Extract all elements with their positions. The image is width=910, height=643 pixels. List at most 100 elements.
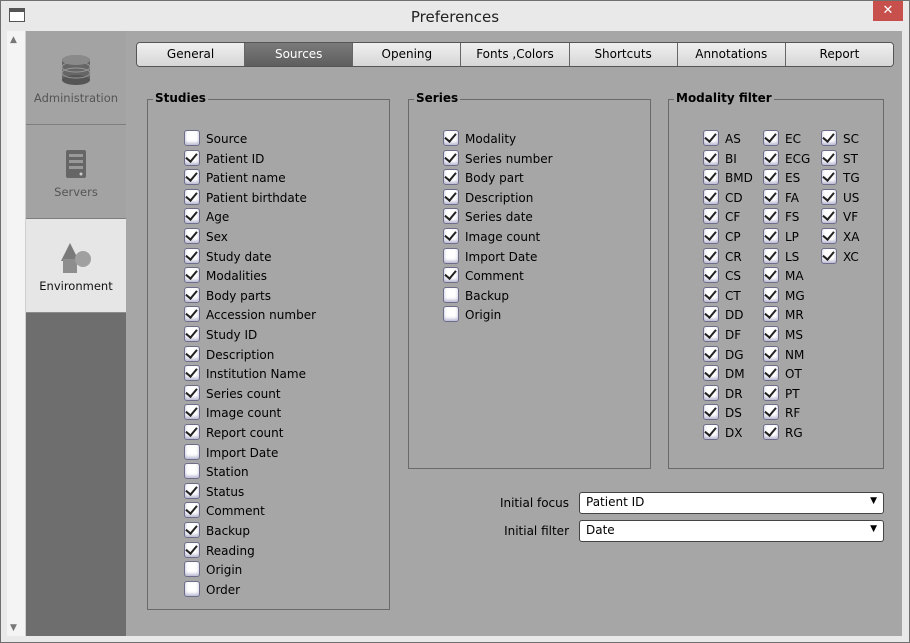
studies-checkbox[interactable]: Station <box>184 463 249 481</box>
checkbox-checked-icon[interactable] <box>703 326 719 342</box>
modality-checkbox[interactable]: CF <box>703 208 740 226</box>
modality-checkbox[interactable]: NM <box>763 345 804 364</box>
checkbox-checked-icon[interactable] <box>703 169 719 186</box>
studies-checkbox[interactable]: Study ID <box>184 326 257 344</box>
modality-checkbox[interactable]: ES <box>763 169 800 187</box>
checkbox-checked-icon[interactable] <box>703 130 719 146</box>
modality-checkbox[interactable]: ECG <box>763 149 810 168</box>
checkbox-checked-icon[interactable] <box>703 365 719 382</box>
studies-checkbox[interactable]: Order <box>184 580 240 599</box>
checkbox-checked-icon[interactable] <box>763 169 779 186</box>
modality-checkbox[interactable]: CR <box>703 247 742 266</box>
studies-checkbox[interactable]: Image count <box>184 404 281 422</box>
modality-checkbox[interactable]: RF <box>763 404 800 422</box>
modality-checkbox[interactable]: VF <box>821 208 858 226</box>
modality-checkbox[interactable]: PT <box>763 384 800 403</box>
modality-checkbox[interactable]: US <box>821 188 859 207</box>
tab-annotations[interactable]: Annotations <box>677 43 786 66</box>
studies-checkbox[interactable]: Sex <box>184 228 228 246</box>
series-checkbox[interactable]: Comment <box>443 267 524 285</box>
series-checkbox[interactable]: Import Date <box>443 247 537 266</box>
studies-checkbox[interactable]: Description <box>184 345 274 364</box>
checkbox-checked-icon[interactable] <box>703 208 719 225</box>
checkbox-checked-icon[interactable] <box>703 228 719 244</box>
studies-checkbox[interactable]: Source <box>184 130 247 148</box>
checkbox-checked-icon[interactable] <box>763 149 779 166</box>
checkbox-checked-icon[interactable] <box>184 188 200 205</box>
modality-checkbox[interactable]: LP <box>763 228 799 246</box>
studies-checkbox[interactable]: Import Date <box>184 443 278 462</box>
studies-checkbox[interactable]: Status <box>184 482 244 501</box>
checkbox-checked-icon[interactable] <box>763 130 779 146</box>
checkbox-checked-icon[interactable] <box>443 149 459 166</box>
checkbox-checked-icon[interactable] <box>763 326 779 342</box>
tab-general[interactable]: General <box>137 43 246 66</box>
studies-checkbox[interactable]: Series count <box>184 384 281 403</box>
checkbox-checked-icon[interactable] <box>703 424 719 440</box>
checkbox-checked-icon[interactable] <box>821 228 837 244</box>
sidebar-item-servers[interactable]: Servers <box>26 125 126 219</box>
checkbox-checked-icon[interactable] <box>703 345 719 362</box>
checkbox-checked-icon[interactable] <box>821 188 837 205</box>
checkbox-checked-icon[interactable] <box>184 267 200 284</box>
checkbox-checked-icon[interactable] <box>184 482 200 499</box>
checkbox-unchecked-icon[interactable] <box>443 247 459 264</box>
studies-checkbox[interactable]: Body parts <box>184 286 271 305</box>
checkbox-checked-icon[interactable] <box>703 247 719 264</box>
series-checkbox[interactable]: Backup <box>443 286 509 305</box>
checkbox-checked-icon[interactable] <box>821 247 837 264</box>
tab-shortcuts[interactable]: Shortcuts <box>569 43 678 66</box>
checkbox-checked-icon[interactable] <box>703 384 719 401</box>
checkbox-checked-icon[interactable] <box>443 267 459 284</box>
modality-checkbox[interactable]: LS <box>763 247 799 266</box>
studies-checkbox[interactable]: Patient name <box>184 169 286 187</box>
modality-checkbox[interactable]: CP <box>703 228 741 246</box>
checkbox-checked-icon[interactable] <box>703 149 719 166</box>
modality-checkbox[interactable]: RG <box>763 424 803 442</box>
checkbox-unchecked-icon[interactable] <box>443 286 459 303</box>
checkbox-unchecked-icon[interactable] <box>184 443 200 460</box>
scrollbar[interactable]: ▲ ▼ <box>7 31 26 636</box>
series-checkbox[interactable]: Modality <box>443 130 516 148</box>
checkbox-checked-icon[interactable] <box>763 286 779 303</box>
modality-checkbox[interactable]: DG <box>703 345 744 364</box>
checkbox-checked-icon[interactable] <box>821 169 837 186</box>
checkbox-checked-icon[interactable] <box>184 326 200 342</box>
tab-report[interactable]: Report <box>785 43 893 66</box>
studies-checkbox[interactable]: Age <box>184 208 229 226</box>
checkbox-unchecked-icon[interactable] <box>184 580 200 597</box>
checkbox-checked-icon[interactable] <box>184 306 200 323</box>
checkbox-checked-icon[interactable] <box>821 130 837 146</box>
modality-checkbox[interactable]: XA <box>821 228 859 246</box>
modality-checkbox[interactable]: MG <box>763 286 805 305</box>
checkbox-checked-icon[interactable] <box>184 384 200 401</box>
modality-checkbox[interactable]: OT <box>763 365 802 383</box>
checkbox-checked-icon[interactable] <box>763 208 779 225</box>
checkbox-checked-icon[interactable] <box>184 541 200 558</box>
studies-checkbox[interactable]: Backup <box>184 522 250 540</box>
checkbox-checked-icon[interactable] <box>703 188 719 205</box>
modality-checkbox[interactable]: MR <box>763 306 804 324</box>
initial-focus-select[interactable]: Patient ID ▼ <box>579 492 884 514</box>
checkbox-checked-icon[interactable] <box>703 306 719 323</box>
studies-checkbox[interactable]: Reading <box>184 541 255 560</box>
checkbox-checked-icon[interactable] <box>443 208 459 225</box>
modality-checkbox[interactable]: MA <box>763 267 804 285</box>
checkbox-checked-icon[interactable] <box>443 188 459 205</box>
studies-checkbox[interactable]: Accession number <box>184 306 316 324</box>
checkbox-checked-icon[interactable] <box>763 365 779 382</box>
initial-filter-select[interactable]: Date ▼ <box>579 520 884 542</box>
series-checkbox[interactable]: Series number <box>443 149 553 168</box>
checkbox-checked-icon[interactable] <box>443 169 459 186</box>
modality-checkbox[interactable]: CT <box>703 286 741 305</box>
checkbox-checked-icon[interactable] <box>763 228 779 244</box>
modality-checkbox[interactable]: TG <box>821 169 860 187</box>
scroll-down-icon[interactable]: ▼ <box>10 623 17 633</box>
checkbox-checked-icon[interactable] <box>443 130 459 146</box>
studies-checkbox[interactable]: Patient ID <box>184 149 264 168</box>
series-checkbox[interactable]: Body part <box>443 169 524 187</box>
modality-checkbox[interactable]: DD <box>703 306 743 324</box>
checkbox-unchecked-icon[interactable] <box>184 463 200 480</box>
tab-sources[interactable]: Sources <box>245 43 354 66</box>
checkbox-checked-icon[interactable] <box>763 424 779 440</box>
